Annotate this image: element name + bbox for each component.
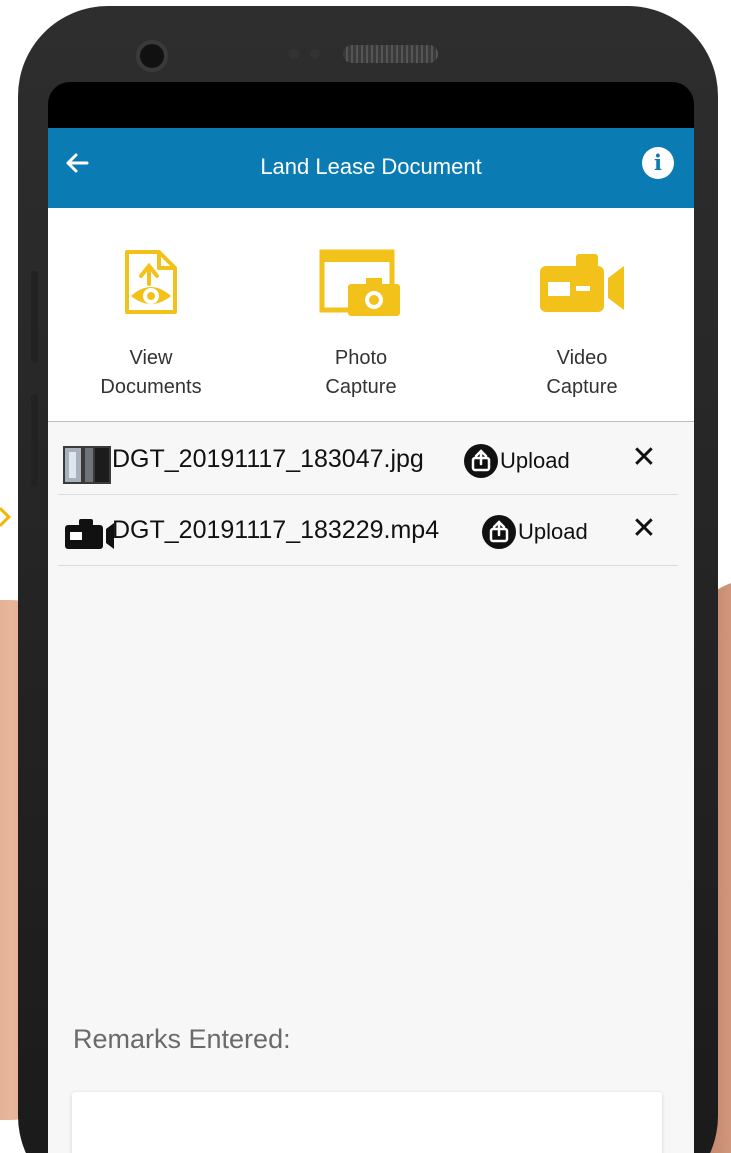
app-bar: Land Lease Document i: [48, 128, 694, 208]
photo-capture-label: Photo Capture: [325, 347, 397, 398]
front-camera-icon: [136, 40, 168, 72]
upload-icon[interactable]: [464, 444, 498, 478]
file-name: DGT_20191117_183229.mp4: [112, 516, 440, 544]
app-screen: Land Lease Document i View Documents Pho…: [48, 128, 694, 1153]
video-capture-button[interactable]: Video Capture: [482, 248, 682, 402]
video-capture-icon: [540, 254, 624, 312]
video-camera-icon: [65, 519, 114, 549]
remarks-label: Remarks Entered:: [73, 1024, 291, 1054]
view-document-icon: [125, 250, 177, 314]
volume-down-button: [31, 394, 38, 486]
image-thumbnail-icon: [63, 446, 111, 484]
close-icon[interactable]: ✕: [628, 442, 660, 474]
capture-actions: View Documents Photo Capture Video Captu…: [48, 208, 694, 422]
upload-button[interactable]: Upload: [500, 448, 570, 474]
info-icon[interactable]: i: [642, 147, 674, 179]
upload-button[interactable]: Upload: [518, 519, 588, 545]
photo-capture-icon: [319, 249, 400, 316]
view-documents-button[interactable]: View Documents: [51, 248, 251, 402]
upload-icon[interactable]: [482, 515, 516, 549]
photo-capture-button[interactable]: Photo Capture: [261, 248, 461, 402]
earpiece-speaker: [343, 45, 438, 63]
chevron-right-icon: [0, 507, 11, 527]
sensor-dot: [289, 49, 299, 59]
video-capture-label: Video Capture: [546, 347, 618, 398]
view-documents-label: View Documents: [100, 347, 202, 398]
device-scene: Land Lease Document i View Documents Pho…: [0, 0, 731, 1153]
close-icon[interactable]: ✕: [628, 513, 660, 545]
remarks-field[interactable]: [72, 1092, 662, 1153]
page-title: Land Lease Document: [260, 154, 482, 179]
list-item: DGT_20191117_183047.jpg Upload ✕: [58, 424, 678, 495]
sensor-dot: [310, 49, 320, 59]
list-item: DGT_20191117_183229.mp4 Upload ✕: [58, 495, 678, 566]
volume-up-button: [31, 271, 38, 363]
file-name: DGT_20191117_183047.jpg: [112, 445, 424, 473]
phone-screen: Land Lease Document i View Documents Pho…: [48, 82, 694, 1153]
